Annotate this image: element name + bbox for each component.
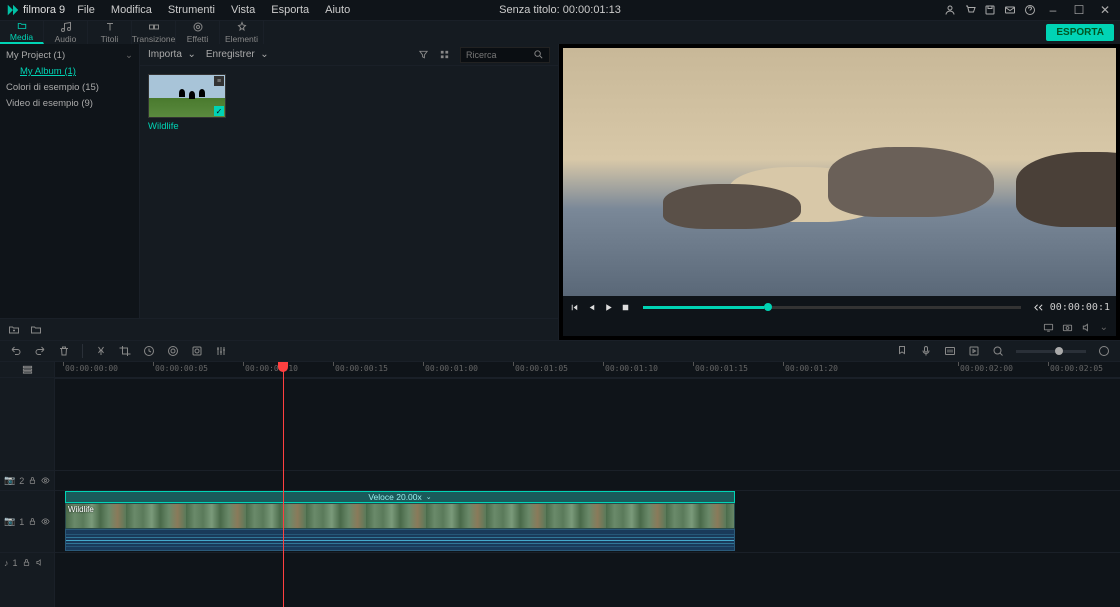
thumb-info-icon: ≡	[214, 76, 224, 86]
play-back-icon[interactable]	[586, 302, 597, 313]
snapshot-icon[interactable]	[1062, 322, 1073, 333]
preview-viewport[interactable]	[563, 48, 1116, 296]
media-thumb-wildlife[interactable]: ≡ ✓ Wildlife	[148, 74, 226, 310]
music-icon	[60, 21, 72, 33]
folder-tree: My Project (1)⌄ My Album (1) Colori di e…	[0, 44, 140, 318]
close-button[interactable]: ✕	[1096, 3, 1114, 17]
tab-media[interactable]: Media	[0, 21, 44, 44]
lock-icon[interactable]	[22, 558, 31, 567]
search-icon	[533, 49, 544, 60]
folder-colors[interactable]: Colori di esempio (15)	[6, 80, 133, 96]
clip-wildlife[interactable]: Veloce 20.00x ⌄ Wildlife	[65, 491, 735, 552]
track-head-v1[interactable]: 📷1	[0, 490, 54, 552]
redo-icon[interactable]	[34, 345, 46, 357]
mail-icon[interactable]	[1004, 4, 1016, 16]
adjust-icon[interactable]	[215, 345, 227, 357]
playhead[interactable]	[283, 362, 284, 607]
effects-icon	[192, 21, 204, 33]
eye-icon[interactable]	[41, 517, 50, 526]
track-v1[interactable]: Veloce 20.00x ⌄ Wildlife	[55, 490, 1120, 552]
menu-view[interactable]: Vista	[231, 4, 255, 16]
tab-effects[interactable]: Effetti	[176, 21, 220, 44]
zoom-slider[interactable]	[1016, 350, 1086, 353]
menu-file[interactable]: File	[77, 4, 95, 16]
elements-icon	[236, 21, 248, 33]
volume-icon[interactable]	[1081, 322, 1092, 333]
menu-edit[interactable]: Modifica	[111, 4, 152, 16]
menu-tools[interactable]: Strumenti	[168, 4, 215, 16]
track-empty[interactable]	[55, 378, 1120, 470]
maximize-button[interactable]: ☐	[1070, 3, 1088, 17]
track-head-v2[interactable]: 📷2	[0, 470, 54, 490]
menu-help[interactable]: Aiuto	[325, 4, 350, 16]
delete-icon[interactable]	[58, 345, 70, 357]
record-dropdown[interactable]: Enregistrer ⌄	[206, 49, 269, 60]
folder-project[interactable]: My Project (1)⌄	[6, 48, 133, 64]
save-icon[interactable]	[984, 4, 996, 16]
play-icon[interactable]	[603, 302, 614, 313]
zoom-fit-icon[interactable]	[992, 345, 1004, 357]
eye-icon[interactable]	[41, 476, 50, 485]
zoom-in-icon[interactable]	[1098, 345, 1110, 357]
tab-titles[interactable]: Titoli	[88, 21, 132, 44]
greenscreen-icon[interactable]	[191, 345, 203, 357]
preview-timecode: 00:00:00:1	[1050, 302, 1110, 313]
thumb-selected-icon: ✓	[214, 106, 224, 116]
app-logo: filmora 9	[6, 3, 65, 17]
color-icon[interactable]	[167, 345, 179, 357]
folder-videos[interactable]: Video di esempio (9)	[6, 96, 133, 112]
help-icon[interactable]	[1024, 4, 1036, 16]
preview-panel: 00:00:00:1 ⌄	[559, 44, 1120, 340]
new-folder-icon[interactable]	[8, 324, 20, 336]
minimize-button[interactable]: –	[1044, 3, 1062, 17]
export-button[interactable]: ESPORTA	[1046, 24, 1114, 41]
grid-view-icon[interactable]	[439, 49, 450, 60]
text-icon	[104, 21, 116, 33]
cart-icon[interactable]	[964, 4, 976, 16]
transition-icon	[148, 21, 160, 33]
thumb-label: Wildlife	[148, 121, 226, 132]
marker-icon[interactable]	[896, 345, 908, 357]
track-manage-icon[interactable]	[22, 364, 33, 375]
document-title: Senza titolo: 00:00:01:13	[499, 4, 621, 16]
record-vo-icon[interactable]	[920, 345, 932, 357]
render-icon[interactable]	[968, 345, 980, 357]
folder-icon	[16, 21, 28, 31]
search-input[interactable]: Ricerca	[460, 47, 550, 63]
lock-icon[interactable]	[28, 517, 37, 526]
mixer-icon[interactable]	[944, 345, 956, 357]
logo-icon	[6, 3, 20, 17]
filter-icon[interactable]	[418, 49, 429, 60]
lock-icon[interactable]	[28, 476, 37, 485]
folder-open-icon[interactable]	[30, 324, 42, 336]
track-a1[interactable]	[55, 552, 1120, 572]
track-v2[interactable]	[55, 470, 1120, 490]
preview-progress[interactable]	[643, 306, 1021, 309]
undo-icon[interactable]	[10, 345, 22, 357]
tab-elements[interactable]: Elementi	[220, 21, 264, 44]
app-name: filmora 9	[23, 4, 65, 16]
crop-icon[interactable]	[119, 345, 131, 357]
speed-icon[interactable]	[143, 345, 155, 357]
display-icon[interactable]	[1043, 322, 1054, 333]
top-menu: File Modifica Strumenti Vista Esporta Ai…	[77, 4, 350, 16]
tab-transition[interactable]: Transizione	[132, 21, 176, 44]
tab-audio[interactable]: Audio	[44, 21, 88, 44]
import-dropdown[interactable]: Importa ⌄	[148, 49, 196, 60]
split-icon[interactable]	[95, 345, 107, 357]
mute-icon[interactable]	[35, 558, 44, 567]
menu-export[interactable]: Esporta	[271, 4, 309, 16]
mark-in-icon[interactable]	[1033, 302, 1044, 313]
track-head-a1[interactable]: ♪1	[0, 552, 54, 572]
timeline-ruler[interactable]: 00:00:00:00 00:00:00:05 00:00:00:10 00:0…	[55, 362, 1120, 378]
prev-frame-icon[interactable]	[569, 302, 580, 313]
user-icon[interactable]	[944, 4, 956, 16]
folder-album[interactable]: My Album (1)	[6, 64, 133, 80]
stop-icon[interactable]	[620, 302, 631, 313]
